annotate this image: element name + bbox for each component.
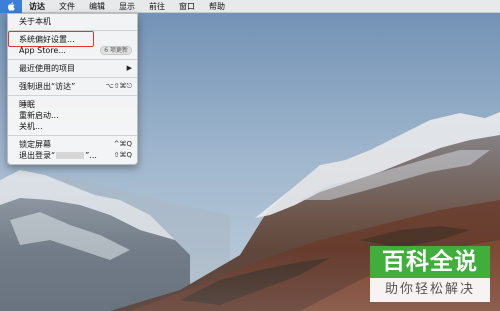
menubar-window[interactable]: 窗口 (172, 0, 202, 13)
menu-item-lock-screen[interactable]: 锁定屏幕 ^⌘Q (8, 139, 137, 150)
menubar-edit[interactable]: 编辑 (82, 0, 112, 13)
menubar-help[interactable]: 帮助 (202, 0, 232, 13)
menu-item-recent-items-label: 最近使用的项目 (19, 64, 75, 73)
menu-item-system-preferences-label: 系统偏好设置... (19, 35, 75, 44)
menu-separator (8, 59, 137, 60)
menu-separator (8, 30, 137, 31)
apple-logo-icon (7, 1, 15, 11)
menu-item-about-label: 关于本机 (19, 17, 51, 26)
menu-item-recent-items[interactable]: 最近使用的项目 ▶ (8, 63, 137, 74)
menu-item-force-quit[interactable]: 强制退出“访达” ⌥⇧⌘⎋ (8, 81, 137, 92)
menu-item-lock-screen-label: 锁定屏幕 (19, 140, 51, 149)
menu-item-logout-label: 退出登录“ ”... (19, 150, 114, 161)
menubar-file[interactable]: 文件 (52, 0, 82, 13)
menu-item-app-store[interactable]: App Store... 6 项更新 (8, 45, 137, 56)
menu-item-force-quit-label: 强制退出“访达” (19, 82, 76, 91)
logout-suffix: ”... (85, 151, 97, 160)
menu-item-sleep[interactable]: 睡眠 (8, 99, 137, 110)
watermark-title: 百科全说 (370, 246, 490, 278)
menu-separator (8, 77, 137, 78)
menubar-go[interactable]: 前往 (142, 0, 172, 13)
submenu-arrow-icon: ▶ (126, 64, 132, 72)
apple-menu-button[interactable] (0, 0, 22, 13)
menu-item-restart-label: 重新启动... (19, 111, 59, 120)
watermark-subtitle: 助你轻松解决 (384, 282, 475, 297)
logout-prefix: 退出登录“ (19, 151, 56, 160)
menu-item-system-preferences[interactable]: 系统偏好设置... (8, 34, 137, 45)
force-quit-shortcut: ⌥⇧⌘⎋ (105, 82, 132, 90)
menu-item-logout[interactable]: 退出登录“ ”... ⇧⌘Q (8, 150, 137, 161)
menubar-finder[interactable]: 访达 (22, 0, 52, 13)
logout-shortcut: ⇧⌘Q (113, 151, 132, 159)
watermark: 百科全说 助你轻松解决 (370, 246, 490, 302)
menu-item-sleep-label: 睡眠 (19, 100, 35, 109)
redacted-username (56, 152, 85, 159)
menu-item-shutdown-label: 关机... (19, 122, 43, 131)
app-store-update-badge: 6 项更新 (100, 46, 132, 55)
menu-item-restart[interactable]: 重新启动... (8, 110, 137, 121)
menu-bar: 访达 文件 编辑 显示 前往 窗口 帮助 (0, 0, 500, 13)
lock-screen-shortcut: ^⌘Q (113, 140, 132, 148)
menu-item-app-store-label: App Store... (19, 46, 66, 55)
menu-item-about[interactable]: 关于本机 (8, 16, 137, 27)
menubar-view[interactable]: 显示 (112, 0, 142, 13)
apple-menu-dropdown: 关于本机 系统偏好设置... App Store... 6 项更新 最近使用的项… (7, 13, 138, 165)
menu-separator (8, 135, 137, 136)
menu-separator (8, 95, 137, 96)
menu-item-shutdown[interactable]: 关机... (8, 121, 137, 132)
